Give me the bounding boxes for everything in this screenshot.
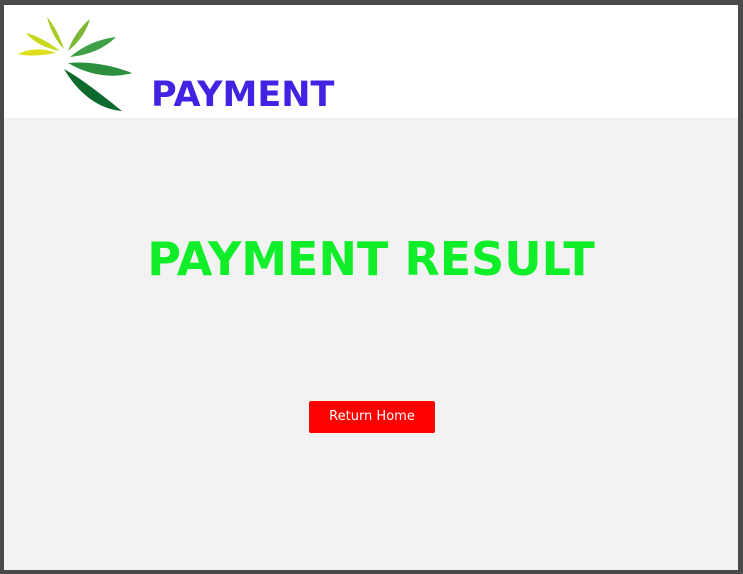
leaf-fan-logo-icon (18, 17, 132, 111)
payment-result-title: PAYMENT RESULT (147, 232, 595, 286)
brand-title: PAYMENT (151, 75, 335, 115)
return-home-button[interactable]: Return Home (309, 401, 435, 433)
page-header: PAYMENT (4, 5, 738, 118)
app-window: PAYMENT PAYMENT RESULT Return Home (4, 5, 738, 570)
